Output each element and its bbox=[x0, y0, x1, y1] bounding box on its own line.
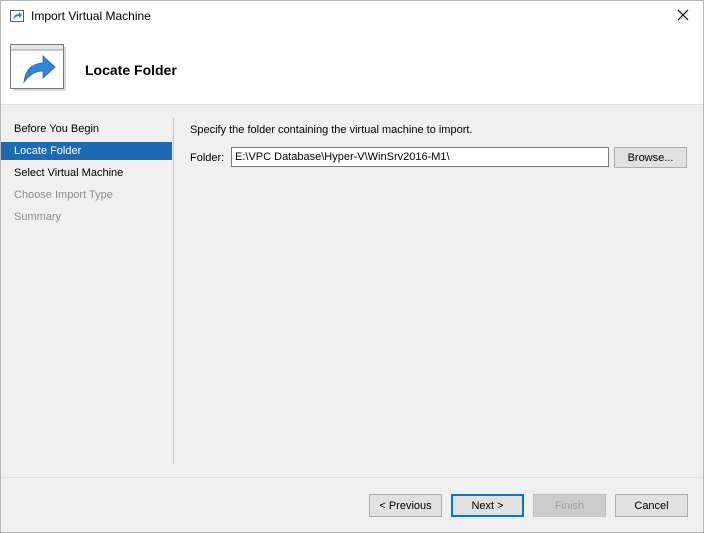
wizard-nav: Before You Begin Locate Folder Select Vi… bbox=[1, 105, 173, 465]
cancel-button[interactable]: Cancel bbox=[615, 494, 688, 517]
nav-item-summary: Summary bbox=[14, 211, 62, 223]
footer-divider bbox=[1, 477, 703, 478]
app-import-icon bbox=[10, 10, 24, 22]
instruction-text: Specify the folder containing the virtua… bbox=[190, 124, 473, 136]
wizard-header: Locate Folder bbox=[1, 32, 703, 105]
import-arrow-icon bbox=[10, 44, 67, 92]
close-button[interactable] bbox=[663, 1, 703, 32]
nav-item-locate-folder[interactable]: Locate Folder bbox=[1, 142, 172, 160]
nav-divider bbox=[173, 118, 174, 464]
next-button[interactable]: Next > bbox=[451, 494, 524, 517]
title-bar: Import Virtual Machine bbox=[1, 1, 703, 32]
import-vm-dialog: Import Virtual Machine Locate Folder Bef… bbox=[0, 0, 704, 533]
window-title: Import Virtual Machine bbox=[31, 9, 151, 23]
nav-item-before-you-begin[interactable]: Before You Begin bbox=[1, 120, 172, 138]
close-icon bbox=[677, 9, 689, 24]
finish-button: Finish bbox=[533, 494, 606, 517]
nav-item-choose-import-type: Choose Import Type bbox=[14, 189, 113, 201]
page-title: Locate Folder bbox=[85, 62, 177, 78]
browse-button[interactable]: Browse... bbox=[614, 147, 687, 168]
folder-path-input[interactable] bbox=[231, 147, 609, 167]
nav-item-select-virtual-machine[interactable]: Select Virtual Machine bbox=[1, 164, 172, 182]
folder-label: Folder: bbox=[190, 152, 225, 164]
previous-button[interactable]: < Previous bbox=[369, 494, 442, 517]
